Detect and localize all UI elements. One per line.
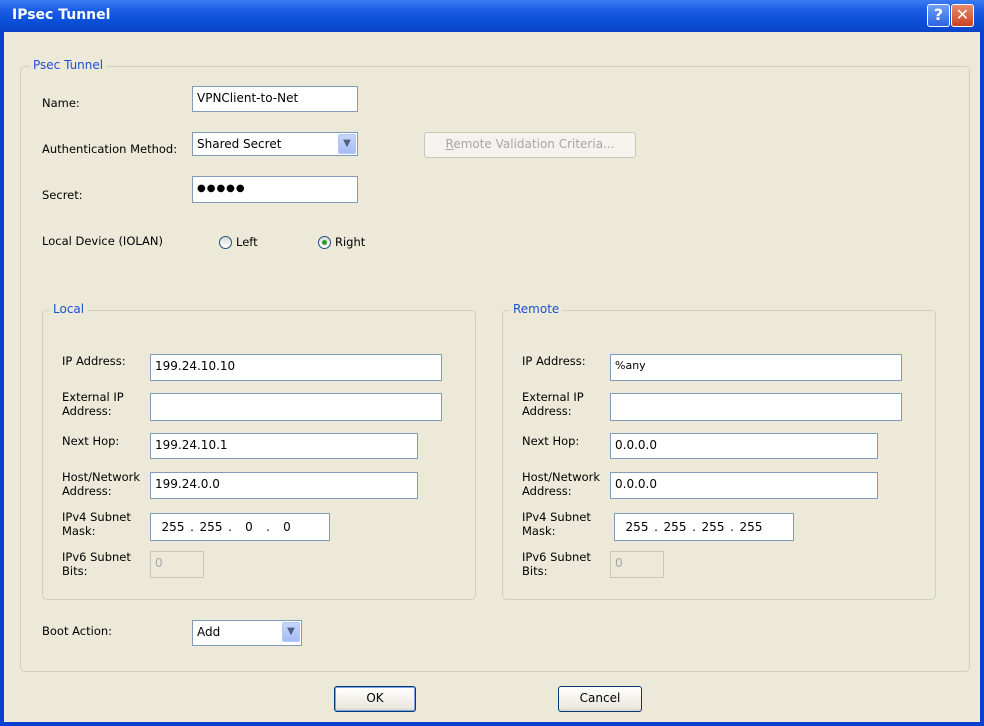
cancel-button[interactable]: Cancel <box>558 686 642 712</box>
name-input[interactable]: VPNClient-to-Net <box>192 86 358 112</box>
local-ext-ip-label-line1: External IP <box>62 390 124 404</box>
radio-right-label[interactable]: Right <box>335 235 365 249</box>
remote-validation-rest: emote Validation Criteria... <box>453 137 615 151</box>
local-host-label-line1: Host/Network <box>62 470 141 484</box>
remote-v6-input[interactable]: 0 <box>610 551 664 578</box>
close-icon: ✕ <box>955 5 970 24</box>
remote-mask-octet-1[interactable]: 255 <box>623 520 651 534</box>
radio-left-label[interactable]: Left <box>236 235 258 249</box>
auth-method-value: Shared Secret <box>197 137 282 151</box>
dialog-client-area: Psec Tunnel Name: VPNClient-to-Net Authe… <box>4 32 980 722</box>
remote-mask-input[interactable]: 255. 255. 255. 255 <box>614 513 794 541</box>
local-ip-input[interactable]: 199.24.10.10 <box>150 354 442 381</box>
help-icon: ? <box>933 5 944 24</box>
local-ip-label: IP Address: <box>62 354 126 368</box>
boot-action-label: Boot Action: <box>42 624 113 638</box>
title-bar[interactable]: IPsec Tunnel ? ✕ <box>0 0 984 32</box>
radio-right-selected-dot <box>322 240 327 245</box>
remote-host-label-line2: Address: <box>522 484 572 498</box>
local-group-legend: Local <box>50 302 88 316</box>
remote-mask-label-line1: IPv4 Subnet <box>522 510 591 524</box>
local-ext-ip-label-line2: Address: <box>62 404 112 418</box>
remote-host-input[interactable]: 0.0.0.0 <box>610 472 878 499</box>
remote-ip-input[interactable]: %any <box>610 354 902 381</box>
local-v6-label-line2: Bits: <box>62 564 88 578</box>
remote-ext-ip-label-line2: Address: <box>522 404 572 418</box>
radio-left[interactable] <box>219 236 232 249</box>
secret-label: Secret: <box>42 188 83 202</box>
window-title: IPsec Tunnel <box>12 7 111 23</box>
radio-right[interactable] <box>318 236 331 249</box>
local-mask-label-line1: IPv4 Subnet <box>62 510 131 524</box>
local-mask-octet-4[interactable]: 0 <box>273 520 301 534</box>
boot-action-value: Add <box>197 625 221 639</box>
local-device-label: Local Device (IOLAN) <box>42 234 164 248</box>
local-mask-input[interactable]: 255. 255. 0. 0 <box>150 513 330 541</box>
ok-button[interactable]: OK <box>334 686 416 712</box>
remote-next-hop-input[interactable]: 0.0.0.0 <box>610 433 878 459</box>
close-button[interactable]: ✕ <box>951 4 974 27</box>
dialog-window: IPsec Tunnel ? ✕ Psec Tunnel Name: VPNCl… <box>0 0 984 726</box>
remote-ext-ip-label-line1: External IP <box>522 390 584 404</box>
name-label: Name: <box>42 96 80 110</box>
local-mask-label-line2: Mask: <box>62 524 96 538</box>
local-ext-ip-input[interactable] <box>150 393 442 421</box>
remote-mask-octet-3[interactable]: 255 <box>699 520 727 534</box>
secret-value: ●●●●● <box>197 183 246 194</box>
local-v6-label-line1: IPv6 Subnet <box>62 550 131 564</box>
remote-ext-ip-input[interactable] <box>610 393 902 421</box>
chevron-down-icon[interactable]: ▼ <box>338 134 356 154</box>
secret-input[interactable]: ●●●●● <box>192 176 358 203</box>
local-v6-input[interactable]: 0 <box>150 551 204 578</box>
remote-v6-label-line2: Bits: <box>522 564 548 578</box>
remote-validation-criteria-button[interactable]: Remote Validation Criteria... <box>424 132 636 158</box>
remote-host-label-line1: Host/Network <box>522 470 601 484</box>
local-next-hop-label: Next Hop: <box>62 434 120 448</box>
chevron-down-icon[interactable]: ▼ <box>282 622 300 642</box>
local-host-label-line2: Address: <box>62 484 112 498</box>
remote-ip-label: IP Address: <box>522 354 586 368</box>
auth-method-select[interactable]: Shared Secret ▼ <box>192 132 358 156</box>
remote-mask-octet-2[interactable]: 255 <box>661 520 689 534</box>
ipsec-tunnel-group-legend: Psec Tunnel <box>30 58 107 72</box>
remote-group-legend: Remote <box>510 302 563 316</box>
local-mask-octet-3[interactable]: 0 <box>235 520 263 534</box>
auth-method-label: Authentication Method: <box>42 142 178 156</box>
boot-action-select[interactable]: Add ▼ <box>192 620 302 646</box>
local-next-hop-input[interactable]: 199.24.10.1 <box>150 433 418 459</box>
remote-mask-octet-4[interactable]: 255 <box>737 520 765 534</box>
remote-next-hop-label: Next Hop: <box>522 434 580 448</box>
remote-mask-label-line2: Mask: <box>522 524 556 538</box>
local-host-input[interactable]: 199.24.0.0 <box>150 472 418 499</box>
remote-v6-label-line1: IPv6 Subnet <box>522 550 591 564</box>
local-mask-octet-2[interactable]: 255 <box>197 520 225 534</box>
local-mask-octet-1[interactable]: 255 <box>159 520 187 534</box>
help-button[interactable]: ? <box>927 4 950 27</box>
